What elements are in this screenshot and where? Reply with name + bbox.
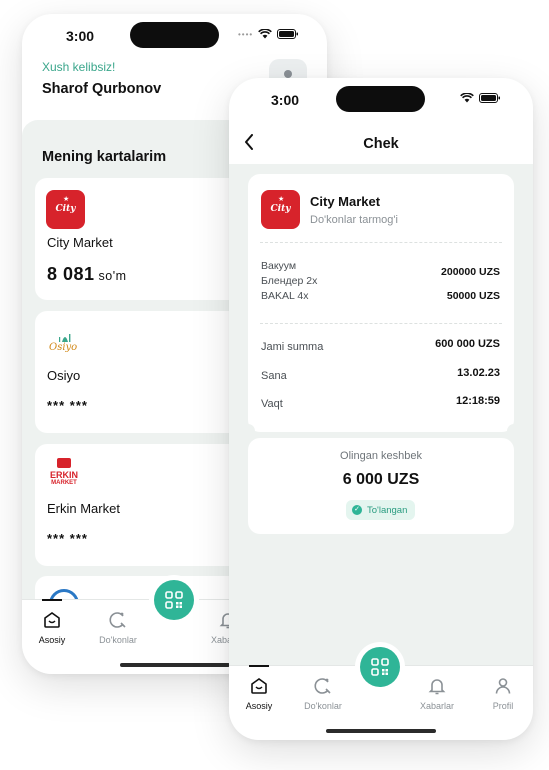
divider xyxy=(260,242,502,243)
dynamic-island xyxy=(130,22,219,48)
status-bar: 3:00 xyxy=(229,78,533,124)
tab-asosiy[interactable]: Asosiy xyxy=(229,676,289,711)
page-title: Chek xyxy=(363,136,399,152)
receipt-item-name: BAKAL 4x xyxy=(261,290,309,302)
status-icons: •••• xyxy=(238,29,299,39)
home-icon xyxy=(251,678,267,694)
qr-code-icon xyxy=(165,591,183,609)
receipt-card: ★ City City Market Do'konlar tarmog'i Ва… xyxy=(248,174,514,432)
home-icon xyxy=(44,612,60,628)
home-indicator xyxy=(326,729,436,733)
screen-header: Chek xyxy=(229,124,533,164)
user-icon xyxy=(495,678,511,694)
user-name: Sharof Qurbonov xyxy=(42,81,162,97)
active-tab-indicator xyxy=(249,665,269,667)
card-masked-balance: *** *** xyxy=(47,398,88,413)
date-label: Sana xyxy=(261,370,287,382)
status-time: 3:00 xyxy=(271,92,300,108)
qr-code-icon xyxy=(371,658,389,676)
time-value: 12:18:59 xyxy=(455,395,500,407)
cashback-amount: 6 000 UZS xyxy=(342,471,420,488)
store-search-icon xyxy=(109,612,126,628)
status-bar: 3:00 •••• xyxy=(22,14,327,60)
card-name: Erkin Market xyxy=(47,501,120,516)
tab-dokonlar[interactable]: Do'konlar xyxy=(88,610,148,645)
tab-xabarlar[interactable]: Xabarlar xyxy=(407,676,467,711)
status-icons xyxy=(460,93,501,103)
qr-scan-button[interactable] xyxy=(360,647,400,687)
tab-profil[interactable]: Profil xyxy=(473,676,533,711)
home-indicator xyxy=(120,663,230,667)
date-value: 13.02.23 xyxy=(457,367,500,379)
card-name: Osiyo xyxy=(47,368,81,383)
wifi-icon xyxy=(460,93,474,103)
status-badge: ✓ To'langan xyxy=(346,500,416,520)
city-market-logo-icon: ★ City xyxy=(261,190,300,229)
check-icon: ✓ xyxy=(352,505,362,515)
qr-scan-button[interactable] xyxy=(154,580,194,620)
battery-icon xyxy=(479,93,501,103)
shop-subtitle: Do'konlar tarmog'i xyxy=(310,214,398,226)
card-masked-balance: *** *** xyxy=(47,531,88,546)
profile-dot-icon xyxy=(284,70,292,78)
receipt-item-name: Вакуум xyxy=(261,260,297,272)
front-phone-screen: 3:00 Chek ★ City City Market Do'konlar t… xyxy=(229,78,533,740)
dynamic-island xyxy=(336,86,425,112)
receipt-item-price: 200000 UZS xyxy=(441,266,500,278)
status-time: 3:00 xyxy=(66,28,95,44)
wifi-icon xyxy=(258,29,273,39)
receipt-item-name: Блендер 2x xyxy=(261,275,318,287)
time-label: Vaqt xyxy=(261,398,283,410)
store-search-icon xyxy=(314,678,331,694)
erkin-market-logo-icon: ERKIN MARKET xyxy=(48,458,80,492)
divider xyxy=(260,323,502,324)
svg-text:Osiyo: Osiyo xyxy=(49,342,77,353)
cashback-label: Olingan keshbek xyxy=(340,450,422,462)
bell-icon xyxy=(428,679,446,695)
battery-icon xyxy=(277,29,299,39)
signal-icon: •••• xyxy=(238,29,254,39)
shop-name: City Market xyxy=(310,194,381,209)
card-balance: 8 081 so'm xyxy=(47,264,127,284)
city-market-logo-icon: ★ City xyxy=(46,190,85,229)
tab-asosiy[interactable]: Asosiy xyxy=(22,610,82,645)
receipt-notch xyxy=(241,424,255,438)
receipt-notch xyxy=(507,424,521,438)
card-name: City Market xyxy=(47,235,113,250)
active-tab-indicator xyxy=(42,599,62,601)
total-label: Jami summa xyxy=(261,341,324,353)
tab-dokonlar[interactable]: Do'konlar xyxy=(293,676,353,711)
total-value: 600 000 UZS xyxy=(435,338,500,350)
cashback-card: Olingan keshbek 6 000 UZS ✓ To'langan xyxy=(248,438,514,534)
section-title: Mening kartalarim xyxy=(42,149,167,165)
greeting-text: Xush kelibsiz! xyxy=(42,60,116,74)
osiyo-logo-icon: Osiyo xyxy=(48,328,82,356)
receipt-item-price: 50000 UZS xyxy=(446,290,500,302)
